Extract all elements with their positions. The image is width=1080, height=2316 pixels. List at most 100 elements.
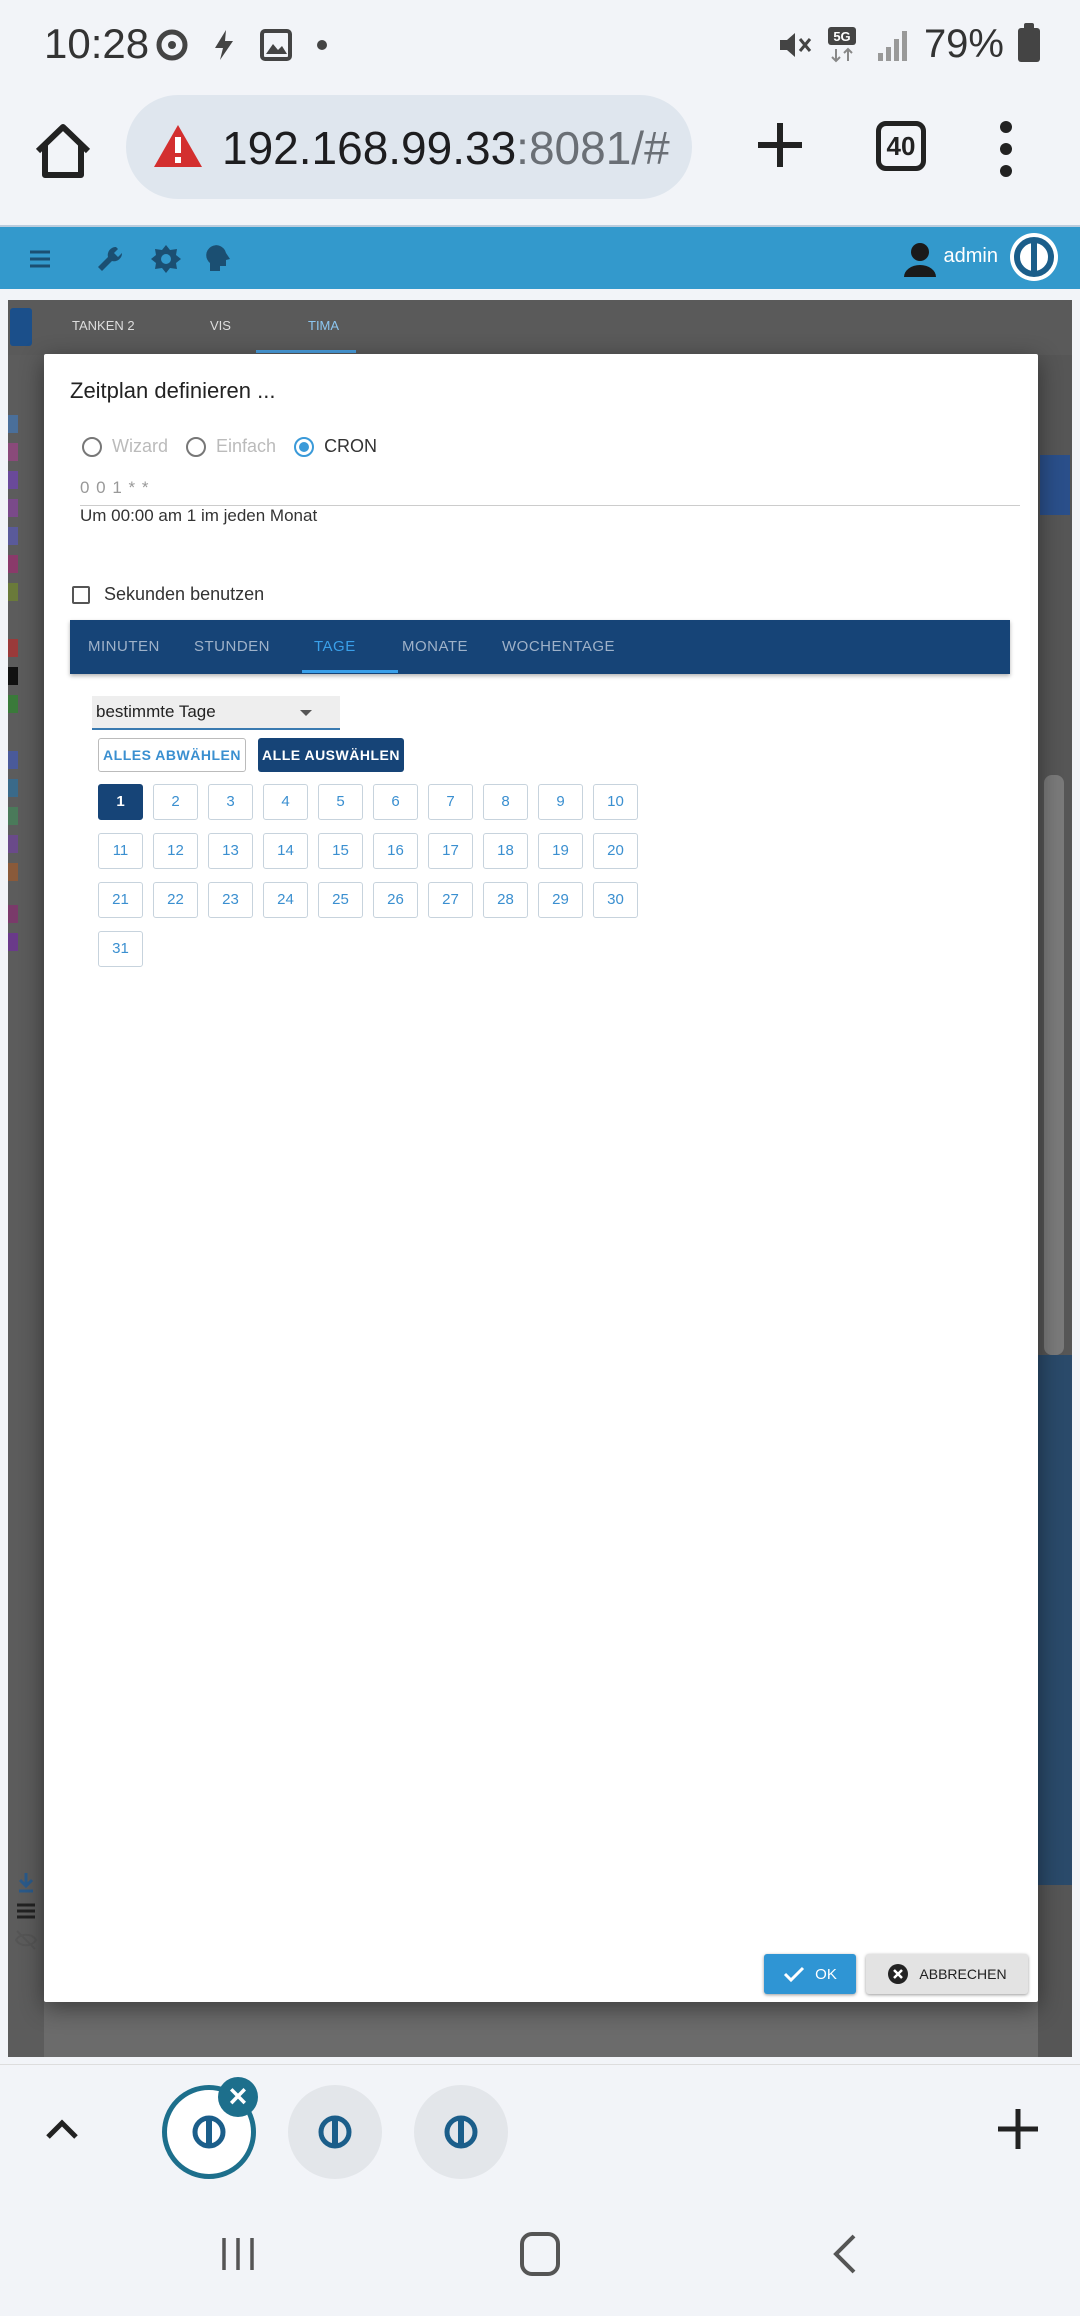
- day-button-2[interactable]: 2: [153, 784, 198, 820]
- bg-tab-1: TANKEN 2: [72, 318, 135, 333]
- url-text[interactable]: 192.168.99.33:8081/#: [222, 121, 670, 175]
- bg-strip: [8, 499, 18, 517]
- tab-stunden[interactable]: STUNDEN: [194, 638, 270, 655]
- bg-strip: [8, 639, 18, 657]
- browser-tab[interactable]: [288, 2085, 382, 2179]
- radio-einfach-label[interactable]: Einfach: [216, 436, 276, 457]
- day-button-16[interactable]: 16: [373, 833, 418, 869]
- browser-tab[interactable]: [414, 2085, 508, 2179]
- day-button-28[interactable]: 28: [483, 882, 528, 918]
- day-button-19[interactable]: 19: [538, 833, 583, 869]
- bg-tab-3: TIMA: [308, 318, 340, 333]
- day-button-27[interactable]: 27: [428, 882, 473, 918]
- ok-label: OK: [815, 1965, 837, 1983]
- iobroker-logo[interactable]: [1010, 233, 1058, 281]
- cron-tabs: MINUTEN STUNDEN TAGE MONATE WOCHENTAGE: [70, 620, 1010, 674]
- warning-icon[interactable]: [152, 123, 204, 169]
- select-all-button[interactable]: ALLE AUSWÄHLEN: [258, 738, 404, 772]
- day-button-17[interactable]: 17: [428, 833, 473, 869]
- url-host: 192.168.99.33: [222, 122, 517, 174]
- recent-apps-icon[interactable]: [218, 2234, 258, 2274]
- bg-strip: [8, 835, 18, 853]
- day-button-24[interactable]: 24: [263, 882, 308, 918]
- tab-tage[interactable]: TAGE: [314, 638, 356, 655]
- brightness-icon[interactable]: [148, 241, 184, 277]
- day-button-26[interactable]: 26: [373, 882, 418, 918]
- day-button-9[interactable]: 9: [538, 784, 583, 820]
- tab-wochentage[interactable]: WOCHENTAGE: [502, 638, 615, 655]
- radio-cron-label[interactable]: CRON: [324, 436, 377, 457]
- day-button-29[interactable]: 29: [538, 882, 583, 918]
- hidden-icon: [14, 1930, 38, 1950]
- bg-bottom-icons: [14, 1870, 38, 1957]
- list-icon: [17, 1903, 35, 1919]
- day-button-1[interactable]: 1: [98, 784, 143, 820]
- add-tab-icon[interactable]: [994, 2105, 1042, 2153]
- tab-minuten[interactable]: MINUTEN: [88, 638, 160, 655]
- day-button-20[interactable]: 20: [593, 833, 638, 869]
- deselect-all-button[interactable]: ALLES ABWÄHLEN: [98, 738, 246, 772]
- bg-scrollbar: [1044, 775, 1064, 1355]
- day-button-12[interactable]: 12: [153, 833, 198, 869]
- bg-tab-2: VIS: [210, 318, 231, 333]
- mute-icon: [779, 32, 812, 57]
- day-button-23[interactable]: 23: [208, 882, 253, 918]
- day-button-4[interactable]: 4: [263, 784, 308, 820]
- iobroker-tab-icon: [318, 2115, 352, 2149]
- close-tab-icon[interactable]: ×: [218, 2077, 258, 2117]
- new-tab-icon[interactable]: [748, 113, 812, 177]
- day-button-8[interactable]: 8: [483, 784, 528, 820]
- home-nav-icon[interactable]: [520, 2232, 560, 2276]
- radio-einfach[interactable]: [186, 436, 207, 457]
- status-bar: 10:28 5G 79%: [0, 0, 1080, 95]
- day-button-14[interactable]: 14: [263, 833, 308, 869]
- day-button-13[interactable]: 13: [208, 833, 253, 869]
- system-nav-bar: [0, 2192, 1080, 2316]
- url-bar[interactable]: 192.168.99.33:8081/#: [126, 95, 692, 199]
- more-menu-icon[interactable]: [996, 119, 1016, 179]
- bg-strip: [8, 695, 18, 713]
- home-icon[interactable]: [30, 119, 96, 185]
- bg-block: [1040, 455, 1070, 515]
- logo-icon: [1014, 237, 1054, 277]
- user-name[interactable]: admin: [944, 245, 998, 268]
- radio-wizard[interactable]: [82, 436, 102, 457]
- day-button-11[interactable]: 11: [98, 833, 143, 869]
- day-button-21[interactable]: 21: [98, 882, 143, 918]
- cancel-button[interactable]: ABBRECHEN: [866, 1954, 1028, 1994]
- hamburger-menu-icon[interactable]: [22, 241, 58, 277]
- days-mode-value: bestimmte Tage: [96, 702, 216, 721]
- head-icon[interactable]: [200, 241, 236, 277]
- day-button-22[interactable]: 22: [153, 882, 198, 918]
- day-button-7[interactable]: 7: [428, 784, 473, 820]
- day-button-6[interactable]: 6: [373, 784, 418, 820]
- days-mode-select[interactable]: bestimmte Tage: [92, 696, 340, 730]
- seconds-checkbox[interactable]: [72, 585, 90, 604]
- day-button-15[interactable]: 15: [318, 833, 363, 869]
- radio-wizard-label[interactable]: Wizard: [112, 436, 168, 457]
- cron-expression-field[interactable]: 0 0 1 * *: [80, 476, 1020, 506]
- seconds-checkbox-row: Sekunden benutzen: [72, 584, 264, 605]
- notification-icons: [155, 28, 329, 62]
- radio-cron[interactable]: [294, 436, 315, 457]
- day-button-18[interactable]: 18: [483, 833, 528, 869]
- day-button-30[interactable]: 30: [593, 882, 638, 918]
- day-button-5[interactable]: 5: [318, 784, 363, 820]
- day-button-3[interactable]: 3: [208, 784, 253, 820]
- battery-icon: [1018, 22, 1040, 62]
- user-icon[interactable]: [900, 239, 940, 279]
- wrench-icon[interactable]: [92, 241, 128, 277]
- cancel-icon: [888, 1964, 909, 1984]
- day-button-31[interactable]: 31: [98, 931, 143, 967]
- tab-monate[interactable]: MONATE: [402, 638, 468, 655]
- bg-strip: [8, 807, 18, 825]
- bg-strip: [8, 905, 18, 923]
- ok-button[interactable]: OK: [764, 1954, 856, 1994]
- day-button-25[interactable]: 25: [318, 882, 363, 918]
- back-icon[interactable]: [826, 2232, 866, 2276]
- seconds-label[interactable]: Sekunden benutzen: [104, 584, 264, 605]
- cancel-label: ABBRECHEN: [919, 1966, 1007, 1982]
- chevron-up-icon[interactable]: [42, 2109, 82, 2149]
- day-button-10[interactable]: 10: [593, 784, 638, 820]
- tab-count-button[interactable]: 40: [876, 121, 926, 171]
